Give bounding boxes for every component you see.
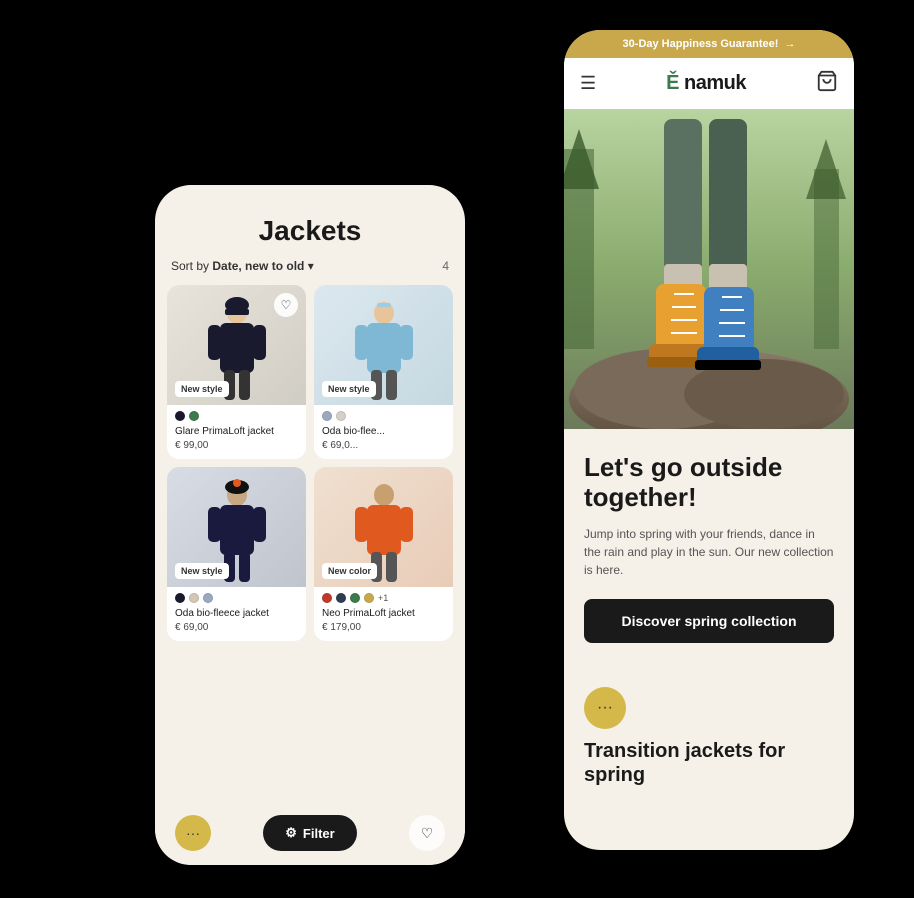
product-price: € 99,00 (175, 440, 298, 451)
color-swatches (322, 411, 445, 421)
product-name: Oda bio-fleece jacket (175, 607, 298, 620)
product-count: 4 (442, 259, 449, 273)
product-card[interactable]: New style (167, 467, 306, 641)
product-price: € 179,00 (322, 622, 445, 633)
product-info: Oda bio-fleece jacket € 69,00 (167, 587, 306, 641)
product-info: Glare PrimaLoft jacket € 99,00 (167, 405, 306, 459)
section-title: Transition jackets for spring (584, 739, 834, 787)
scene: Jackets Sort by Date, new to old ▾ 4 ♡ N… (0, 0, 914, 898)
chat-bubble-section: ··· (584, 687, 626, 729)
cart-button[interactable] (816, 70, 838, 97)
chat-bubble[interactable]: ··· (175, 815, 211, 851)
nav-header: ☰ Ě namuk (564, 58, 854, 109)
bottom-bar: ··· ⚙ Filter ♡ (155, 801, 465, 865)
product-badge: New color (322, 563, 377, 579)
product-card[interactable]: New color (314, 467, 453, 641)
phone-back: Jackets Sort by Date, new to old ▾ 4 ♡ N… (155, 185, 465, 865)
hero-illustration (564, 109, 854, 429)
next-section: ··· Transition jackets for spring (564, 679, 854, 803)
filter-button[interactable]: ⚙ Filter (263, 815, 356, 851)
content-section: Let's go outside together! Jump into spr… (564, 429, 854, 679)
product-image: ♡ New style (167, 285, 306, 405)
product-card[interactable]: New style (314, 285, 453, 459)
product-info: +1 Neo PrimaLoft jacket € 179,00 (314, 587, 453, 641)
product-card[interactable]: ♡ New style (167, 285, 306, 459)
product-image: New style (167, 467, 306, 587)
wishlist-button-bottom[interactable]: ♡ (409, 815, 445, 851)
hamburger-menu[interactable]: ☰ (580, 73, 596, 94)
product-price: € 69,0... (322, 440, 445, 451)
products-grid: ♡ New style (155, 285, 465, 641)
cta-button[interactable]: Discover spring collection (584, 599, 834, 643)
sort-label[interactable]: Sort by Date, new to old ▾ (171, 259, 314, 273)
logo: Ě namuk (666, 72, 746, 95)
phone-front: 30-Day Happiness Guarantee! → ☰ Ě namuk (564, 30, 854, 850)
product-name: Glare PrimaLoft jacket (175, 425, 298, 438)
product-image: New style (314, 285, 453, 405)
product-badge: New style (175, 563, 229, 579)
product-name: Neo PrimaLoft jacket (322, 607, 445, 620)
color-swatches: +1 (322, 593, 445, 603)
announce-arrow: → (784, 38, 795, 50)
product-badge: New style (175, 381, 229, 397)
product-badge: New style (322, 381, 376, 397)
product-info: Oda bio-flee... € 69,0... (314, 405, 453, 459)
filter-label: Filter (303, 826, 335, 841)
wishlist-button[interactable]: ♡ (274, 293, 298, 317)
product-name: Oda bio-flee... (322, 425, 445, 438)
sort-bar: Sort by Date, new to old ▾ 4 (155, 259, 465, 273)
product-price: € 69,00 (175, 622, 298, 633)
color-swatches (175, 593, 298, 603)
headline: Let's go outside together! (584, 453, 834, 513)
color-swatches (175, 411, 298, 421)
product-image: New color (314, 467, 453, 587)
announce-text: 30-Day Happiness Guarantee! (623, 38, 779, 50)
announce-bar[interactable]: 30-Day Happiness Guarantee! → (564, 30, 854, 58)
page-title: Jackets (155, 215, 465, 247)
subtext: Jump into spring with your friends, danc… (584, 525, 834, 579)
filter-icon: ⚙ (285, 825, 297, 841)
hero-image (564, 109, 854, 429)
